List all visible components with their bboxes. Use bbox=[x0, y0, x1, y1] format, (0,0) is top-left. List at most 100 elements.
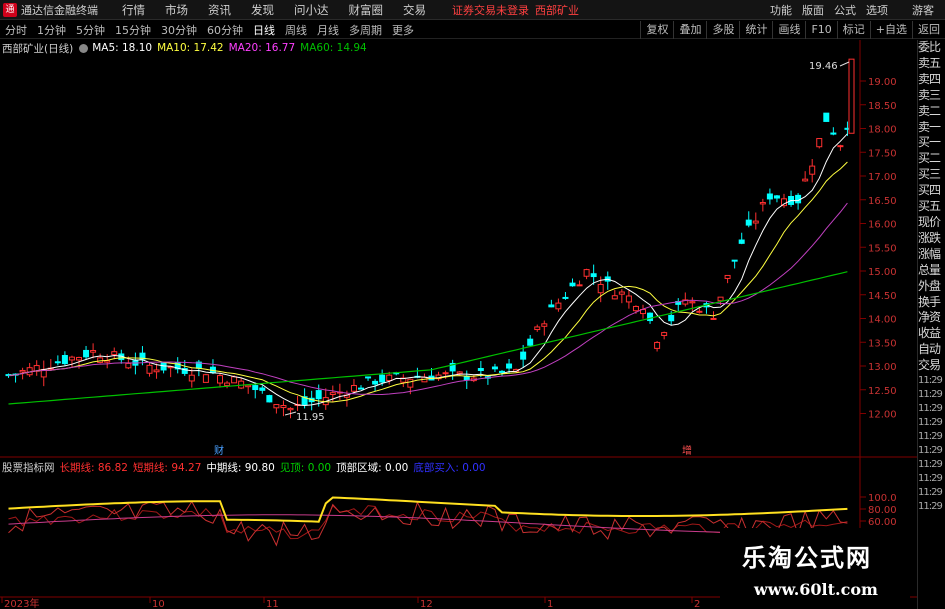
x-axis-label: 12 bbox=[420, 599, 433, 609]
tick-time: 11:29 bbox=[918, 473, 943, 485]
candle-body bbox=[555, 302, 562, 310]
quote-label: 卖四 bbox=[918, 71, 941, 86]
candle-body bbox=[632, 305, 639, 312]
candle-body bbox=[499, 370, 505, 373]
ma10-value: MA10: 17.42 bbox=[157, 42, 224, 54]
candle-body bbox=[717, 296, 724, 302]
candle-body bbox=[823, 112, 830, 122]
tick-time: 11:29 bbox=[918, 431, 943, 443]
x-axis-label: 2023年 bbox=[4, 597, 39, 609]
ma60-line bbox=[8, 271, 848, 405]
candle-body bbox=[350, 384, 357, 392]
candle-body bbox=[442, 372, 449, 375]
event-marker-zeng[interactable]: 增 bbox=[682, 444, 692, 457]
candle-body bbox=[625, 295, 632, 303]
candle-body bbox=[19, 369, 26, 373]
candle-body bbox=[752, 220, 759, 224]
candle-body bbox=[287, 407, 294, 411]
candle-body bbox=[231, 376, 238, 384]
candle-body bbox=[848, 58, 855, 134]
candle-body bbox=[541, 323, 548, 327]
candle-body bbox=[597, 283, 604, 294]
candle-body bbox=[773, 195, 780, 199]
candle-body bbox=[252, 385, 259, 391]
candle-body bbox=[372, 380, 379, 385]
candle-body bbox=[259, 387, 266, 391]
quote-label: 净资 bbox=[918, 310, 941, 325]
low-price-label: 11.95 bbox=[296, 412, 325, 423]
price-tick-label: 15.00 bbox=[868, 267, 897, 278]
candle-body bbox=[738, 239, 745, 244]
candle-body bbox=[477, 368, 484, 372]
quote-label: 买二 bbox=[918, 151, 941, 166]
quote-label: 买三 bbox=[918, 167, 941, 182]
candle-body bbox=[266, 395, 273, 403]
candle-body bbox=[68, 356, 75, 361]
ind-mid-value: 中期线: 90.80 bbox=[206, 461, 275, 474]
candle-body bbox=[315, 390, 322, 400]
ma10-line bbox=[8, 161, 848, 403]
candle-body bbox=[224, 382, 231, 386]
candle-body bbox=[146, 364, 153, 374]
quote-label[interactable]: 交易 bbox=[918, 358, 945, 374]
candle-body bbox=[125, 362, 132, 369]
quote-label: 卖二 bbox=[918, 103, 941, 118]
x-axis-label: 2 bbox=[694, 599, 700, 609]
ind-long-value: 长期线: 86.82 bbox=[59, 461, 128, 474]
candle-body bbox=[456, 371, 463, 374]
ind-tick-label: 100.0 bbox=[868, 493, 897, 504]
quote-label[interactable]: 自动 bbox=[918, 342, 945, 358]
candle-body bbox=[76, 356, 82, 361]
ind-top-value: 见顶: 0.00 bbox=[279, 461, 332, 474]
quote-label: 外盘 bbox=[918, 278, 941, 293]
event-marker-cai[interactable]: 财 bbox=[214, 444, 224, 457]
candle-body bbox=[188, 374, 195, 382]
candle-body bbox=[111, 351, 118, 356]
price-tick-label: 12.00 bbox=[868, 410, 897, 421]
tick-time: 11:29 bbox=[918, 487, 943, 499]
price-tick-label: 17.00 bbox=[868, 172, 897, 183]
tick-time: 11:29 bbox=[918, 417, 943, 429]
candle-body bbox=[90, 350, 97, 353]
ind-bottom-buy-value: 底部买入: 0.00 bbox=[413, 461, 486, 474]
quote-label: 卖一 bbox=[918, 119, 941, 134]
price-tick-label: 14.50 bbox=[868, 291, 897, 302]
high-price-pointer bbox=[839, 61, 850, 67]
candle-body bbox=[696, 310, 703, 313]
main-chart-info: 西部矿业(日线) MA5: 18.10 MA10: 17.42 MA20: 16… bbox=[2, 41, 367, 55]
candle-body bbox=[358, 387, 364, 390]
candle-body bbox=[202, 374, 209, 383]
candle-body bbox=[491, 366, 498, 370]
candle-body bbox=[534, 326, 541, 331]
candle-body bbox=[590, 273, 597, 278]
candle-body bbox=[837, 145, 844, 148]
tick-time: 11:29 bbox=[918, 389, 943, 401]
price-tick-label: 16.50 bbox=[868, 196, 897, 207]
quote-label: 卖三 bbox=[918, 87, 941, 102]
indicator-name[interactable]: 股票指标网 bbox=[2, 460, 55, 475]
quote-label: 总量 bbox=[918, 262, 941, 277]
indicator-info: 股票指标网 长期线: 86.82 短期线: 94.27 中期线: 90.80 见… bbox=[2, 460, 491, 474]
candle-body bbox=[83, 349, 90, 358]
quote-label: 买一 bbox=[918, 135, 941, 150]
ind-tick-label: 80.00 bbox=[868, 505, 897, 516]
quote-label: 委比 bbox=[918, 40, 941, 54]
candle-body bbox=[245, 384, 252, 388]
candle-body bbox=[611, 295, 618, 300]
candle-body bbox=[576, 284, 583, 287]
candle-body bbox=[273, 404, 280, 409]
candle-body bbox=[830, 132, 837, 135]
tick-time: 11:29 bbox=[918, 375, 943, 387]
settings-dot-icon[interactable] bbox=[79, 43, 89, 53]
quote-label: 买五 bbox=[918, 199, 941, 214]
stock-label: 西部矿业(日线) bbox=[2, 42, 74, 55]
watermark-url: www.60lt.com bbox=[754, 580, 878, 599]
x-axis-label: 11 bbox=[266, 599, 279, 609]
price-tick-label: 16.00 bbox=[868, 220, 897, 231]
kline-chart-canvas[interactable]: 19.00 18.50 18.00 17.50 17.00 16.50 16.00 15.50… bbox=[0, 0, 945, 609]
quote-side-panel: 委比 卖五 卖四 卖三 卖二 卖一 买一 买二 买三 买四 买五 现价 涨跌 涨幅 总量 外盘 换手 净资 收益 自动… bbox=[917, 40, 945, 609]
candle-body bbox=[689, 301, 696, 304]
quote-label: 现价 bbox=[918, 214, 941, 229]
candle-body bbox=[379, 374, 386, 383]
candle-body bbox=[668, 314, 675, 322]
